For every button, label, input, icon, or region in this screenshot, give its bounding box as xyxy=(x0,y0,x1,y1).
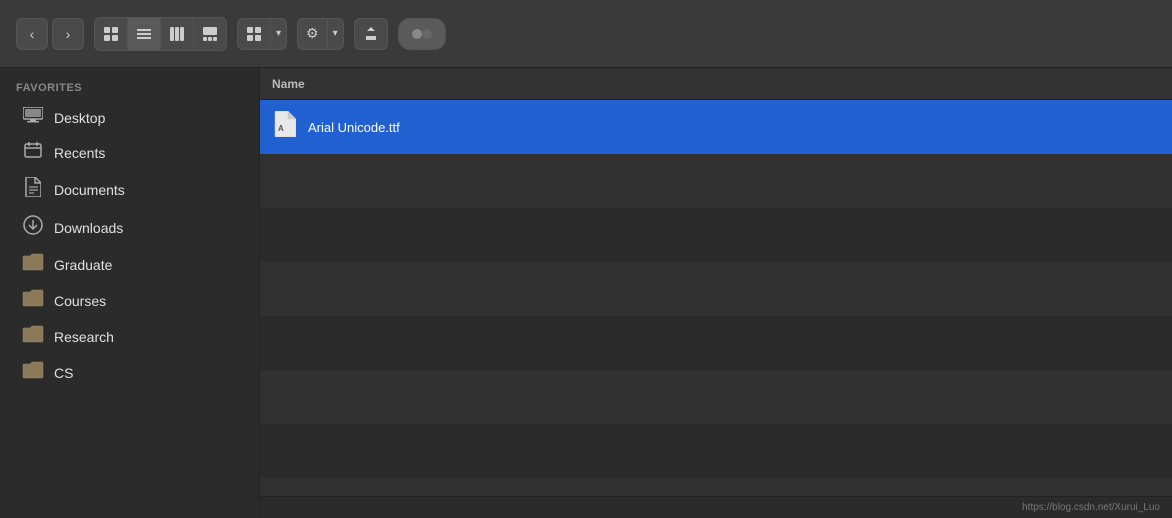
empty-row xyxy=(260,208,1172,262)
empty-row xyxy=(260,424,1172,478)
gallery-view-button[interactable] xyxy=(194,18,226,50)
back-button[interactable]: ‹ xyxy=(16,18,48,50)
sidebar-item-desktop[interactable]: Desktop xyxy=(6,101,253,134)
file-rows: A Arial Unicode.ttf xyxy=(260,100,1172,496)
group-icon xyxy=(238,19,270,49)
desktop-icon xyxy=(22,107,44,128)
sidebar: Favorites Desktop R xyxy=(0,68,260,518)
column-view-button[interactable] xyxy=(161,18,194,50)
sidebar-item-graduate-label: Graduate xyxy=(54,257,112,273)
font-file-icon: A xyxy=(272,111,298,143)
gear-arrow: ▾ xyxy=(327,19,343,49)
empty-row xyxy=(260,370,1172,424)
share-button[interactable] xyxy=(354,18,388,50)
documents-icon xyxy=(22,177,44,202)
research-folder-icon xyxy=(22,325,44,348)
forward-button[interactable]: › xyxy=(52,18,84,50)
empty-row xyxy=(260,478,1172,496)
url-text: https://blog.csdn.net/Xurui_Luo xyxy=(1022,502,1160,513)
main-container: Favorites Desktop R xyxy=(0,68,1172,518)
graduate-folder-icon xyxy=(22,253,44,276)
status-bar: https://blog.csdn.net/Xurui_Luo xyxy=(260,496,1172,518)
sidebar-item-documents[interactable]: Documents xyxy=(6,171,253,208)
group-arrow: ▾ xyxy=(270,19,286,49)
svg-text:A: A xyxy=(278,124,284,133)
sidebar-item-research-label: Research xyxy=(54,329,114,345)
sidebar-item-recents-label: Recents xyxy=(54,145,105,161)
cs-folder-icon xyxy=(22,361,44,384)
sidebar-item-graduate[interactable]: Graduate xyxy=(6,247,253,282)
tag-button[interactable] xyxy=(398,18,446,50)
sidebar-item-courses[interactable]: Courses xyxy=(6,283,253,318)
group-button[interactable]: ▾ xyxy=(237,18,287,50)
empty-row xyxy=(260,262,1172,316)
sidebar-item-courses-label: Courses xyxy=(54,293,106,309)
column-name-label: Name xyxy=(272,77,305,91)
sidebar-item-downloads[interactable]: Downloads xyxy=(6,209,253,246)
empty-row xyxy=(260,154,1172,208)
sidebar-item-desktop-label: Desktop xyxy=(54,110,105,126)
sidebar-item-documents-label: Documents xyxy=(54,182,125,198)
file-row[interactable]: A Arial Unicode.ttf xyxy=(260,100,1172,154)
sidebar-item-recents[interactable]: Recents xyxy=(6,135,253,170)
recents-icon xyxy=(22,141,44,164)
list-view-button[interactable] xyxy=(128,18,161,50)
nav-group: ‹ › xyxy=(16,18,84,50)
sidebar-item-downloads-label: Downloads xyxy=(54,220,123,236)
gear-icon: ⚙ xyxy=(298,19,327,49)
file-name-label: Arial Unicode.ttf xyxy=(308,120,400,135)
empty-row xyxy=(260,316,1172,370)
toolbar: ‹ › xyxy=(0,0,1172,68)
icon-view-button[interactable] xyxy=(95,18,128,50)
downloads-icon xyxy=(22,215,44,240)
sidebar-item-cs-label: CS xyxy=(54,365,73,381)
file-list: Name A Arial Unicode.ttf xyxy=(260,68,1172,518)
view-group xyxy=(94,17,227,51)
courses-folder-icon xyxy=(22,289,44,312)
sidebar-item-cs[interactable]: CS xyxy=(6,355,253,390)
file-list-header: Name xyxy=(260,68,1172,100)
action-button[interactable]: ⚙ ▾ xyxy=(297,18,344,50)
favorites-label: Favorites xyxy=(0,78,259,100)
sidebar-item-research[interactable]: Research xyxy=(6,319,253,354)
